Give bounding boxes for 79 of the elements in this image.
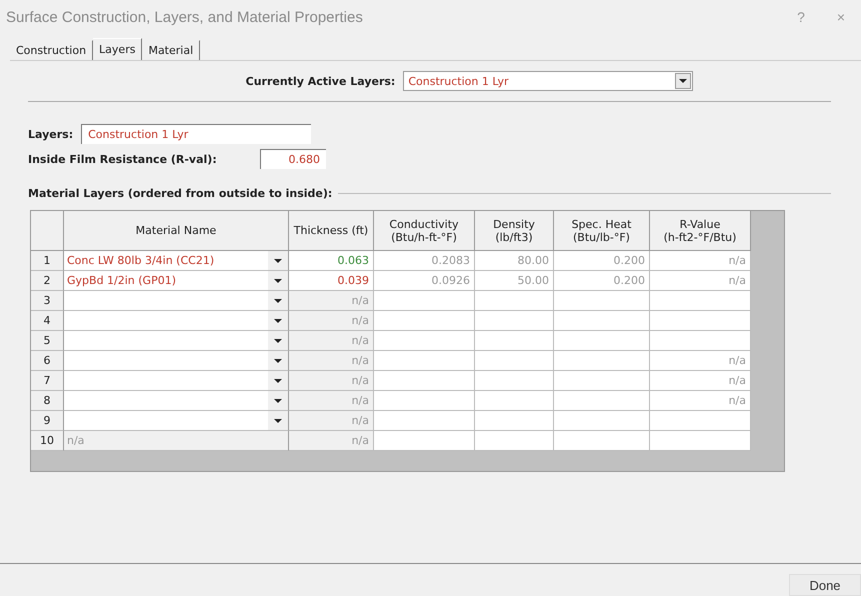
table-cell: n/a	[650, 351, 751, 371]
table-cell: n/a	[650, 251, 751, 271]
table-cell: 0.2083	[374, 251, 475, 271]
thickness-cell[interactable]: n/a	[289, 291, 374, 311]
material-name-cell[interactable]	[64, 391, 289, 411]
field-label: Currently Active Layers:	[246, 74, 396, 88]
thickness-cell[interactable]: n/a	[289, 331, 374, 351]
dropdown-arrow-icon	[274, 398, 282, 402]
done-button[interactable]: Done	[789, 574, 861, 596]
tab[interactable]: Layers	[93, 38, 142, 60]
table-cell: 80.00	[475, 251, 554, 271]
thickness-cell[interactable]: n/a	[289, 351, 374, 371]
thickness-cell[interactable]: n/a	[289, 411, 374, 431]
row-number: 10	[31, 431, 64, 451]
dropdown-arrow-icon	[274, 318, 282, 322]
row-number: 6	[31, 351, 64, 371]
column-header: R-Value (h-ft2-°F/Btu)	[650, 211, 751, 251]
column-header: Conductivity (Btu/h-ft-°F)	[374, 211, 475, 251]
dropdown-button[interactable]	[675, 73, 692, 89]
dropdown-button[interactable]	[268, 411, 288, 430]
table-cell: n/a	[650, 371, 751, 391]
row-number: 7	[31, 371, 64, 391]
table-cell: 0.200	[554, 271, 650, 291]
thickness-cell[interactable]: n/a	[289, 431, 374, 451]
thickness-cell[interactable]: 0.039	[289, 271, 374, 291]
material-name-cell[interactable]	[64, 291, 289, 311]
window-title: Surface Construction, Layers, and Material Properties	[6, 8, 364, 26]
material-name-cell[interactable]	[64, 331, 289, 351]
thickness-cell[interactable]: n/a	[289, 371, 374, 391]
table-cell: 0.200	[554, 251, 650, 271]
dropdown-button[interactable]	[268, 271, 288, 290]
row-number: 1	[31, 251, 64, 271]
dropdown-arrow-icon	[274, 338, 282, 342]
dropdown-button[interactable]	[268, 391, 288, 410]
row-number: 8	[31, 391, 64, 411]
dropdown-arrow-icon	[274, 358, 282, 362]
dropdown-button[interactable]	[268, 331, 288, 350]
column-header: Density (lb/ft3)	[475, 211, 554, 251]
row-number: 4	[31, 311, 64, 331]
material-name-cell[interactable]	[64, 411, 289, 431]
material-name-cell[interactable]: Conc LW 80lb 3/4in (CC21)	[64, 251, 289, 271]
material-name-cell[interactable]	[64, 311, 289, 331]
row-number: 2	[31, 271, 64, 291]
field-label: Inside Film Resistance (R-val):	[28, 152, 218, 166]
material-name-cell[interactable]	[64, 351, 289, 371]
dropdown-arrow-icon	[274, 258, 282, 262]
column-header: Spec. Heat (Btu/lb-°F)	[554, 211, 650, 251]
material-name-cell[interactable]: n/a	[64, 431, 289, 451]
column-header: Thickness (ft)	[289, 211, 374, 251]
active-layers-dropdown[interactable]: Construction 1 Lyr	[403, 71, 694, 91]
dropdown-arrow-icon	[274, 378, 282, 382]
close-button[interactable]: ×	[821, 2, 861, 32]
help-button[interactable]: ?	[781, 2, 821, 32]
dropdown-button[interactable]	[268, 311, 288, 330]
table-cell: n/a	[650, 391, 751, 411]
thickness-cell[interactable]: n/a	[289, 311, 374, 331]
layers-name-field[interactable]: Construction 1 Lyr	[81, 124, 312, 144]
dropdown-arrow-icon	[274, 298, 282, 302]
field-label: Layers:	[28, 128, 74, 140]
table-cell: n/a	[650, 271, 751, 291]
dropdown-button[interactable]	[268, 371, 288, 390]
material-name-cell[interactable]	[64, 371, 289, 391]
section-title: Material Layers (ordered from outside to inside):	[28, 187, 332, 200]
thickness-cell[interactable]: 0.063	[289, 251, 374, 271]
dropdown-arrow-icon	[274, 418, 282, 422]
dropdown-arrow-icon	[274, 278, 282, 282]
film-resistance-field[interactable]: 0.680	[260, 149, 326, 169]
dropdown-button[interactable]	[268, 351, 288, 370]
row-number: 5	[31, 331, 64, 351]
dropdown-button[interactable]	[268, 291, 288, 310]
row-number: 9	[31, 411, 64, 431]
table-cell: 50.00	[475, 271, 554, 291]
row-number: 3	[31, 291, 64, 311]
table-cell: 0.0926	[374, 271, 475, 291]
dropdown-arrow-icon	[679, 79, 688, 83]
thickness-cell[interactable]: n/a	[289, 391, 374, 411]
dropdown-button[interactable]	[268, 251, 288, 270]
column-header: Material Name	[64, 211, 289, 251]
material-name-cell[interactable]: GypBd 1/2in (GP01)	[64, 271, 289, 291]
